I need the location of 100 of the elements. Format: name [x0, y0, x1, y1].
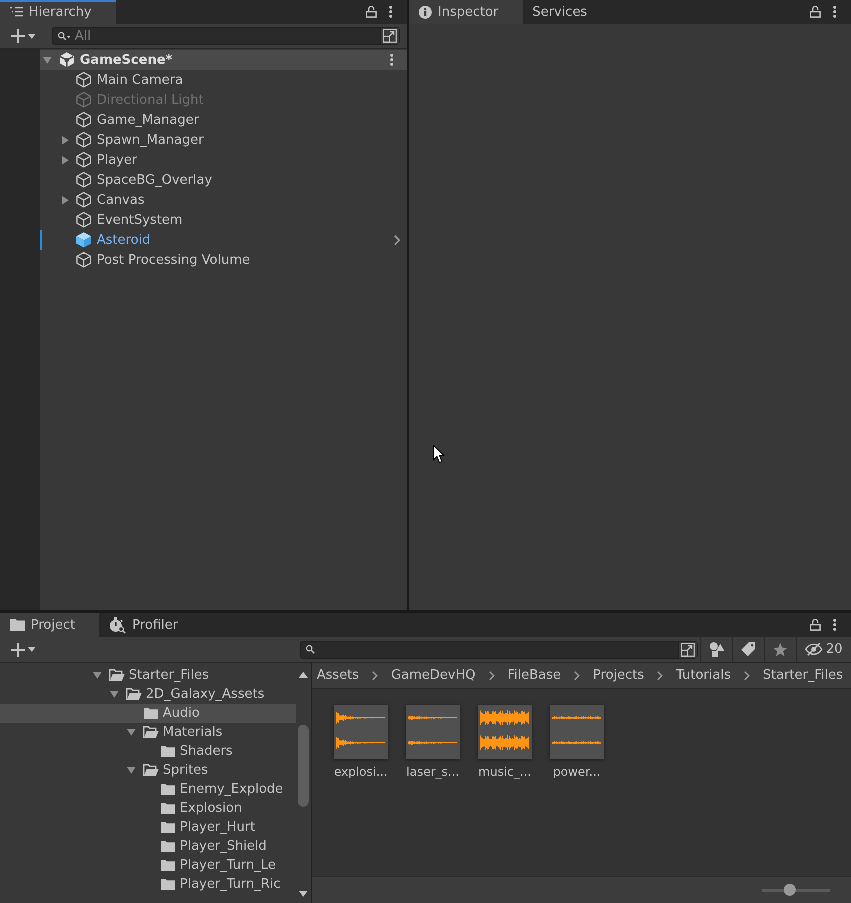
caret-down-icon — [28, 34, 36, 38]
kebab-menu-icon[interactable] — [833, 6, 837, 18]
eye-slash-icon — [805, 643, 824, 656]
cube-outline-icon — [76, 252, 92, 268]
info-icon — [419, 6, 432, 18]
folder-icon — [143, 707, 159, 720]
open-folder-icon — [143, 764, 159, 777]
plus-icon — [10, 29, 24, 43]
hierarchy-item[interactable]: EventSystem — [40, 210, 407, 230]
panel-tab[interactable]: Inspector — [409, 0, 523, 24]
audio-asset[interactable]: power... — [541, 705, 613, 779]
hierarchy-item[interactable]: Asteroid — [40, 230, 407, 250]
hierarchy-item[interactable]: Spawn_Manager — [40, 130, 407, 150]
chevron-right-icon — [372, 670, 378, 680]
panel-tab[interactable]: Hierarchy — [0, 0, 116, 24]
breadcrumb-link[interactable]: FileBase — [508, 668, 562, 683]
expand-search-icon[interactable] — [678, 642, 697, 658]
expand-search-icon[interactable] — [380, 28, 399, 44]
cube-outline-icon — [76, 172, 92, 188]
slider-thumb[interactable] — [784, 884, 796, 896]
cube-outline-icon — [76, 112, 92, 128]
caret-right-icon[interactable] — [62, 156, 68, 164]
scene-header[interactable]: GameScene* — [40, 50, 407, 70]
scroll-down-arrow-icon[interactable] — [299, 891, 308, 897]
panel-tab[interactable]: Profiler — [99, 613, 202, 637]
folder-tree-item[interactable]: Starter_Files — [0, 666, 296, 685]
scrollbar-thumb[interactable] — [298, 725, 309, 807]
waveform-icon — [478, 705, 532, 759]
folder-tree-item[interactable]: Player_Turn_Ric — [0, 875, 296, 894]
caret-down-icon[interactable] — [92, 672, 102, 679]
folder-icon — [160, 802, 176, 815]
open-folder-icon — [143, 726, 159, 739]
folder-tree-item[interactable]: Player_Shield — [0, 837, 296, 856]
panel-tab[interactable]: Project — [0, 613, 100, 637]
search-bar[interactable]: All — [52, 27, 400, 45]
caret-down-icon[interactable] — [110, 691, 118, 698]
chevron-right-icon — [488, 670, 495, 680]
scroll-up-arrow-icon[interactable] — [299, 672, 308, 678]
lock-icon[interactable] — [810, 619, 821, 631]
search-field[interactable] — [300, 640, 698, 658]
hierarchy-item[interactable]: Main Camera — [40, 70, 407, 90]
cube-outline-icon — [76, 192, 92, 208]
search-input[interactable]: All — [71, 28, 380, 44]
search-icon — [306, 645, 315, 654]
breadcrumb-link[interactable]: Tutorials — [676, 668, 731, 683]
hierarchy-item[interactable]: Canvas — [40, 190, 407, 210]
folder-tree-item[interactable]: Materials — [0, 723, 296, 742]
folder-tree-item[interactable]: Audio — [0, 704, 296, 723]
breadcrumb-link[interactable]: GameDevHQ — [391, 668, 476, 683]
folder-icon — [160, 745, 176, 758]
caret-down-icon[interactable] — [126, 767, 136, 774]
cube-outline-icon — [76, 92, 92, 108]
folder-icon — [160, 783, 176, 796]
caret-down-icon — [28, 647, 36, 652]
cube-outline-icon — [76, 212, 92, 228]
lock-icon[interactable] — [366, 6, 377, 18]
kebab-menu-icon[interactable] — [389, 6, 393, 18]
star-icon — [773, 642, 788, 656]
lock-icon[interactable] — [810, 6, 821, 18]
chevron-right-icon[interactable] — [394, 234, 401, 246]
folder-tree-item[interactable]: Shaders — [0, 742, 296, 761]
hierarchy-item[interactable]: SpaceBG_Overlay — [40, 170, 407, 190]
kebab-menu-icon[interactable] — [390, 54, 394, 66]
stopwatch-icon — [109, 616, 126, 634]
kebab-menu-icon[interactable] — [833, 619, 837, 631]
folder-icon — [160, 859, 176, 872]
folder-icon — [160, 878, 176, 891]
scene-icon — [59, 52, 75, 68]
breadcrumb-link[interactable]: Starter_Files — [763, 668, 844, 683]
cube-outline-icon — [76, 132, 92, 148]
waveform-icon — [406, 705, 460, 759]
folder-tree-item[interactable]: Explosion — [0, 799, 296, 818]
chevron-right-icon — [744, 670, 750, 680]
breadcrumb-link[interactable]: Assets — [317, 668, 360, 683]
folder-icon — [160, 821, 176, 834]
cube-outline-icon — [76, 72, 92, 88]
hierarchy-item[interactable]: Game_Manager — [40, 110, 407, 130]
panel-tab[interactable]: Services — [522, 0, 612, 24]
chevron-right-icon — [657, 670, 664, 680]
hidden-packages-button[interactable]: 20 — [796, 637, 851, 662]
tag-icon — [741, 642, 756, 657]
folder-tree-item[interactable]: Enemy_Explode — [0, 780, 296, 799]
audio-asset[interactable]: music_... — [469, 705, 541, 779]
waveform-icon — [334, 705, 388, 759]
caret-down-icon[interactable] — [126, 729, 136, 736]
audio-asset[interactable]: explosi... — [325, 705, 397, 779]
folder-tree-item[interactable]: Player_Turn_Le — [0, 856, 296, 875]
folder-icon — [10, 619, 25, 631]
folder-tree-item[interactable]: 2D_Galaxy_Assets — [0, 685, 296, 704]
caret-right-icon[interactable] — [62, 136, 68, 144]
caret-right-icon[interactable] — [62, 196, 68, 204]
folder-tree-item[interactable]: Sprites — [0, 761, 296, 780]
audio-asset[interactable]: laser_s... — [397, 705, 469, 779]
folder-tree-item[interactable]: Player_Hurt — [0, 818, 296, 837]
hierarchy-item[interactable]: Player — [40, 150, 407, 170]
mouse-pointer-icon — [433, 445, 445, 464]
hierarchy-item[interactable]: Post Processing Volume — [40, 250, 407, 270]
waveform-icon — [550, 705, 604, 759]
caret-down-icon[interactable] — [42, 56, 52, 64]
breadcrumb-link[interactable]: Projects — [593, 668, 644, 683]
